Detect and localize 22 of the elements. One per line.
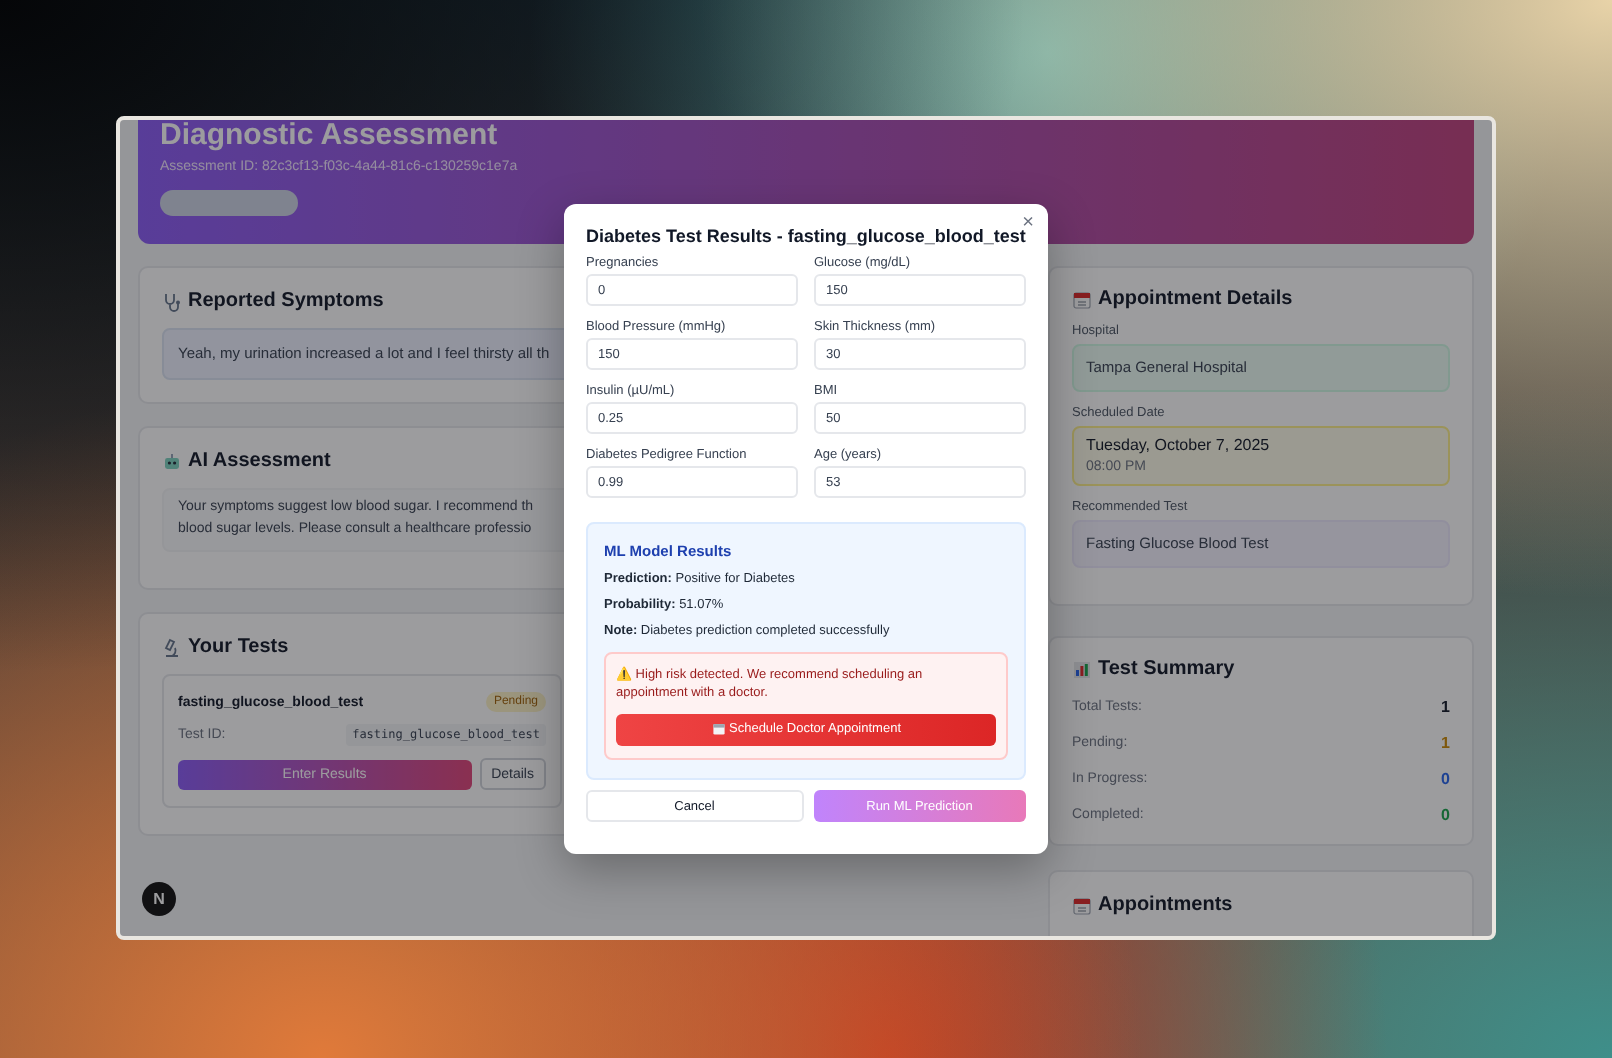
card-title: Appointments [1098,894,1233,916]
stethoscope-icon [162,291,182,311]
dev-tools-badge[interactable]: N [142,882,176,916]
summary-value: 0 [1441,806,1450,824]
bar-chart-icon [1072,659,1092,679]
robot-icon [162,451,182,471]
page-title: Diagnostic Assessment [160,120,500,152]
card-title: Appointment Details [1098,288,1293,310]
calendar-icon [711,722,725,737]
card-title: Reported Symptoms [188,290,384,312]
card-title: AI Assessment [188,450,331,472]
calendar-icon [1072,289,1092,309]
summary-value: 1 [1441,734,1450,752]
card-title: Your Tests [188,636,289,658]
dialog-title: Diabetes Test Results - fasting_glucose_blood_test [586,226,1026,246]
date-text: Tuesday, October 7, 2025 [1086,435,1272,457]
card-title: Test Summary [1098,658,1235,680]
calendar-icon [1072,895,1092,915]
summary-value: 0 [1441,770,1450,788]
microscope-icon [162,637,182,657]
status-pill [160,190,298,216]
summary-value: 1 [1441,698,1450,716]
